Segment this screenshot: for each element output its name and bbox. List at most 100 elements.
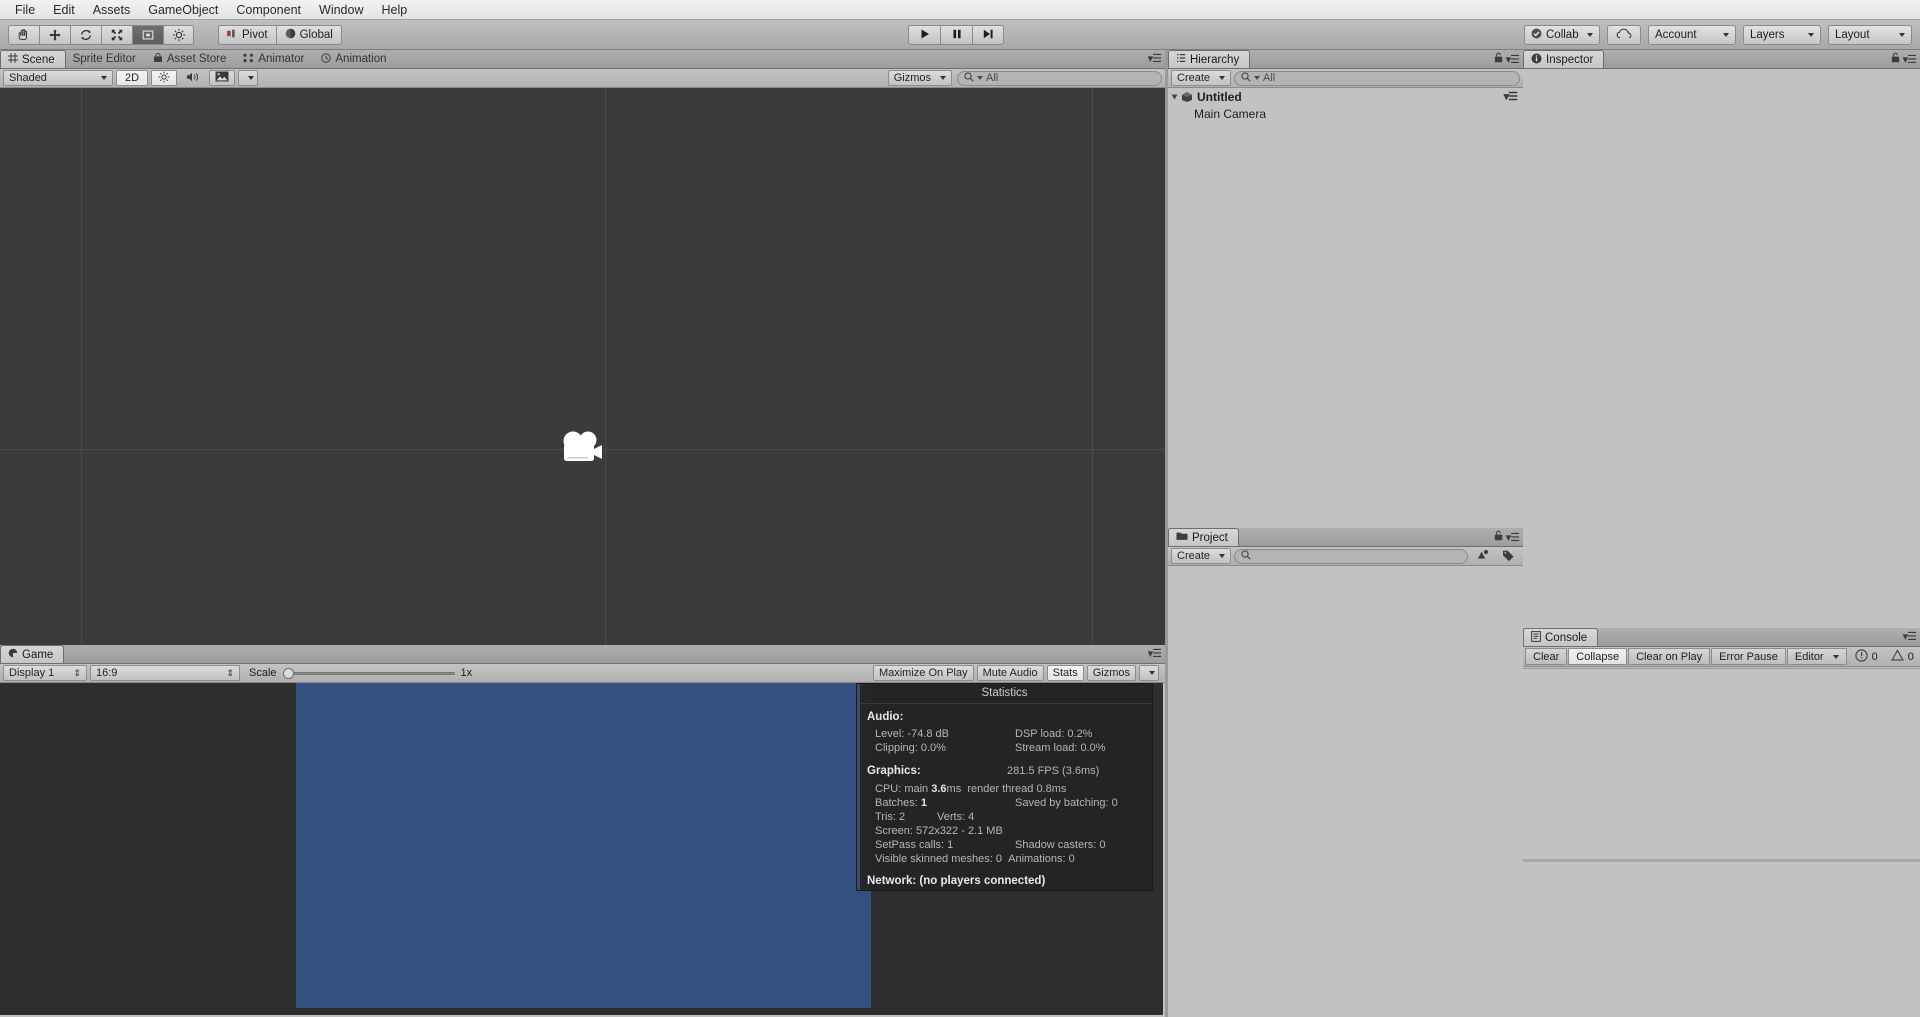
audio-level-value: -74.8 dB	[907, 728, 950, 740]
menu-item-gameobject[interactable]: GameObject	[139, 1, 227, 19]
mute-audio-button[interactable]: Mute Audio	[976, 665, 1044, 681]
menu-item-edit[interactable]: Edit	[44, 1, 84, 19]
scene-menu-icon[interactable]: ▾☰	[1504, 90, 1518, 103]
scale-slider[interactable]	[282, 667, 455, 679]
panel-menu-icon[interactable]: ▾☰	[1506, 531, 1520, 544]
transform-tool-button[interactable]	[163, 24, 194, 45]
console-clear-button[interactable]: Clear	[1525, 648, 1568, 665]
scene-lighting-button[interactable]	[151, 70, 178, 86]
tab-project[interactable]: Project	[1168, 528, 1239, 546]
layout-button[interactable]: Layout	[1828, 25, 1912, 45]
rect-tool-button[interactable]	[132, 24, 163, 45]
hierarchy-create-button[interactable]: Create	[1171, 70, 1232, 86]
pivot-toggle-button[interactable]: Pivot	[218, 24, 276, 45]
console-collapse-button[interactable]: Collapse	[1568, 648, 1628, 665]
info-icon	[1531, 53, 1542, 67]
console-error-pause-button[interactable]: Error Pause	[1711, 648, 1786, 665]
project-filter-type-button[interactable]	[1471, 548, 1494, 564]
scene-fx-dropdown[interactable]	[238, 70, 259, 86]
panel-menu-icon[interactable]: ▾☰	[1903, 53, 1917, 66]
panel-menu-icon[interactable]: ▾☰	[1506, 53, 1520, 66]
hierarchy-panel-options[interactable]: ▾☰	[1494, 52, 1520, 66]
console-log-filter[interactable]: 0	[1849, 648, 1884, 665]
step-button[interactable]	[972, 25, 1004, 45]
pause-button[interactable]	[940, 25, 972, 45]
console-editor-dropdown[interactable]: Editor	[1786, 648, 1847, 665]
tab-console[interactable]: Console	[1523, 628, 1599, 646]
hierarchy-search-input[interactable]: All	[1234, 70, 1520, 86]
chevron-down-icon	[1254, 76, 1261, 80]
menu-item-help[interactable]: Help	[372, 1, 416, 19]
tab-hierarchy[interactable]: Hierarchy	[1168, 50, 1251, 68]
tab-sprite-editor[interactable]: Sprite Editor	[66, 50, 146, 68]
stats-button[interactable]: Stats	[1046, 665, 1084, 681]
scale-slider-group[interactable]: Scale 1x	[249, 667, 472, 679]
scene-search-input[interactable]: All	[957, 70, 1162, 86]
lock-icon[interactable]	[1891, 52, 1900, 66]
scale-label: Scale	[249, 667, 277, 679]
layers-button[interactable]: Layers	[1743, 25, 1821, 45]
project-create-button[interactable]: Create	[1171, 548, 1232, 564]
warning-triangle-icon	[1890, 648, 1904, 665]
globe-icon	[285, 28, 296, 42]
account-button[interactable]: Account	[1648, 25, 1736, 45]
aspect-dropdown[interactable]: 16:9 ⇕	[90, 665, 240, 681]
hierarchy-item-main-camera[interactable]: Main Camera	[1168, 105, 1523, 122]
lock-icon[interactable]	[1494, 52, 1503, 66]
scene-panel-options[interactable]: ▾☰	[1148, 52, 1162, 65]
collab-button[interactable]: Collab	[1524, 25, 1600, 45]
rect-transform-icon	[141, 28, 155, 42]
play-button[interactable]	[908, 25, 940, 45]
chevron-down-icon	[1808, 33, 1814, 37]
rotate-tool-button[interactable]	[70, 24, 101, 45]
console-message-list[interactable]	[1523, 668, 1920, 1017]
chevron-down-icon	[1219, 76, 1226, 80]
draw-mode-dropdown[interactable]: Shaded	[3, 70, 113, 86]
console-clear-on-play-button[interactable]: Clear on Play	[1628, 648, 1711, 665]
menu-item-file[interactable]: File	[6, 1, 44, 19]
game-panel-options[interactable]: ▾☰	[1148, 647, 1162, 660]
tab-scene[interactable]: Scene	[0, 50, 66, 68]
console-panel-options[interactable]: ▾☰	[1903, 630, 1917, 643]
menu-item-assets[interactable]: Assets	[84, 1, 140, 19]
hierarchy-create-label: Create	[1177, 72, 1211, 84]
toggle-2d-button[interactable]: 2D	[116, 70, 149, 86]
maximize-on-play-button[interactable]: Maximize On Play	[872, 665, 974, 681]
tab-inspector[interactable]: Inspector	[1523, 50, 1605, 68]
account-label: Account	[1655, 29, 1697, 41]
scale-tool-button[interactable]	[101, 24, 132, 45]
game-gizmos-button[interactable]: Gizmos	[1086, 665, 1136, 681]
expand-triangle-icon[interactable]	[1171, 94, 1178, 99]
hierarchy-item-untitled[interactable]: Untitled ▾☰	[1168, 88, 1523, 105]
global-toggle-button[interactable]: Global	[275, 24, 342, 45]
project-browser[interactable]	[1168, 566, 1523, 1017]
game-gizmos-dropdown[interactable]	[1139, 665, 1159, 681]
scale-slider-handle[interactable]	[282, 668, 294, 679]
menu-item-component[interactable]: Component	[227, 1, 310, 19]
main-camera-gizmo[interactable]	[560, 428, 606, 473]
display-dropdown[interactable]: Display 1 ⇕	[3, 665, 87, 681]
project-filter-label-button[interactable]	[1497, 548, 1520, 564]
tab-asset-store[interactable]: Asset Store	[146, 50, 236, 68]
scene-audio-button[interactable]	[180, 70, 206, 86]
tab-inspector-label: Inspector	[1546, 53, 1594, 66]
inspector-panel-options[interactable]: ▾☰	[1891, 52, 1917, 66]
lock-icon[interactable]	[1494, 530, 1503, 544]
scene-viewport[interactable]	[0, 88, 1165, 645]
tab-animator[interactable]: Animator	[236, 50, 314, 68]
chevron-down-icon	[1149, 671, 1155, 675]
tab-animation[interactable]: Animation	[314, 50, 396, 68]
menu-item-window[interactable]: Window	[310, 1, 372, 19]
project-search-input[interactable]	[1234, 548, 1468, 564]
move-tool-button[interactable]	[39, 24, 70, 45]
console-splitter[interactable]	[1523, 859, 1920, 862]
scene-gizmos-button[interactable]: Gizmos	[887, 70, 952, 86]
console-warning-filter[interactable]: 0	[1885, 648, 1920, 665]
services-cloud-button[interactable]	[1607, 25, 1641, 45]
tab-game[interactable]: Game	[0, 645, 65, 663]
panel-menu-icon[interactable]: ▾☰	[1903, 630, 1917, 643]
project-panel-options[interactable]: ▾☰	[1494, 530, 1520, 544]
scene-fx-button[interactable]	[209, 70, 236, 86]
hand-tool-button[interactable]	[8, 24, 39, 45]
inspector-content[interactable]	[1523, 69, 1920, 628]
